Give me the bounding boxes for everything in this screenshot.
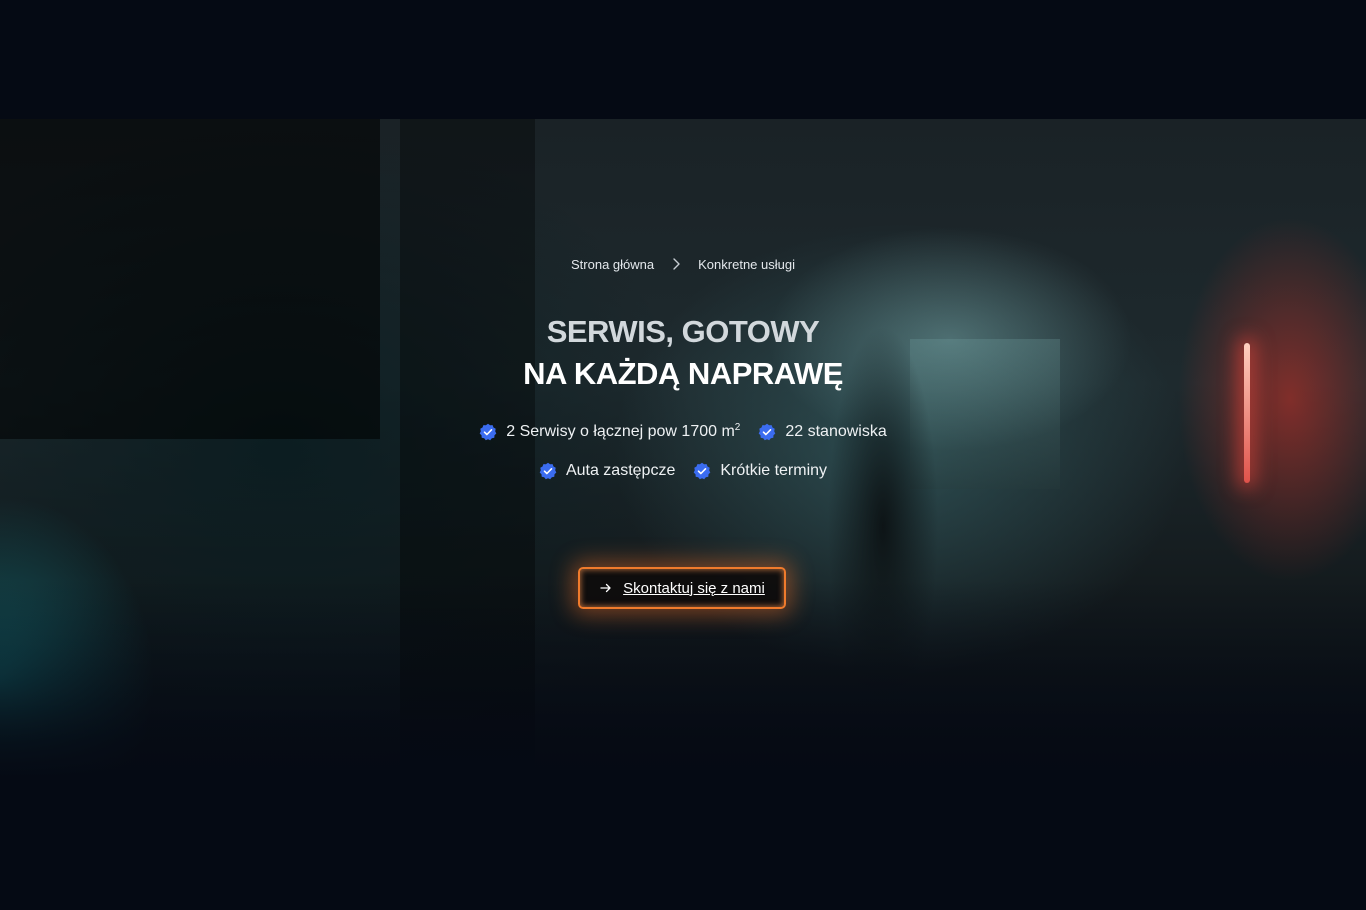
- page-title: SERWIS, GOTOWY NA KAŻDĄ NAPRAWĘ: [0, 311, 1366, 395]
- verified-badge-icon: [693, 462, 711, 480]
- verified-badge-icon: [539, 462, 557, 480]
- arrow-right-icon: [599, 581, 613, 595]
- feature-item: Krótkie terminy: [693, 462, 827, 480]
- feature-item: Auta zastępcze: [539, 462, 675, 480]
- page: Strona główna Konkretne usługi SERWIS, G…: [0, 0, 1366, 910]
- features-row: Auta zastępcze Krótkie terminy: [0, 462, 1366, 480]
- hero-content: Strona główna Konkretne usługi SERWIS, G…: [0, 0, 1366, 910]
- chevron-right-icon: [668, 256, 684, 272]
- features-row: 2 Serwisy o łącznej pow 1700 m2 22 stano…: [0, 423, 1366, 441]
- feature-item: 2 Serwisy o łącznej pow 1700 m2: [479, 423, 740, 441]
- breadcrumb-current: Konkretne usługi: [698, 256, 795, 272]
- feature-text: 22 stanowiska: [785, 423, 887, 440]
- verified-badge-icon: [758, 423, 776, 441]
- page-title-line2: NA KAŻDĄ NAPRAWĘ: [523, 356, 843, 391]
- page-title-line1: SERWIS, GOTOWY: [546, 314, 820, 349]
- feature-text: Krótkie terminy: [720, 462, 828, 479]
- feature-text: Auta zastępcze: [565, 462, 676, 479]
- contact-us-button-label: Skontaktuj się z nami: [623, 579, 765, 597]
- contact-us-button[interactable]: Skontaktuj się z nami: [578, 567, 786, 609]
- breadcrumb-home-link[interactable]: Strona główna: [571, 257, 654, 272]
- breadcrumb: Strona główna Konkretne usługi: [0, 256, 1366, 272]
- feature-text: 2 Serwisy o łącznej pow 1700 m2: [506, 422, 741, 441]
- verified-badge-icon: [479, 423, 497, 441]
- feature-item: 22 stanowiska: [758, 423, 887, 441]
